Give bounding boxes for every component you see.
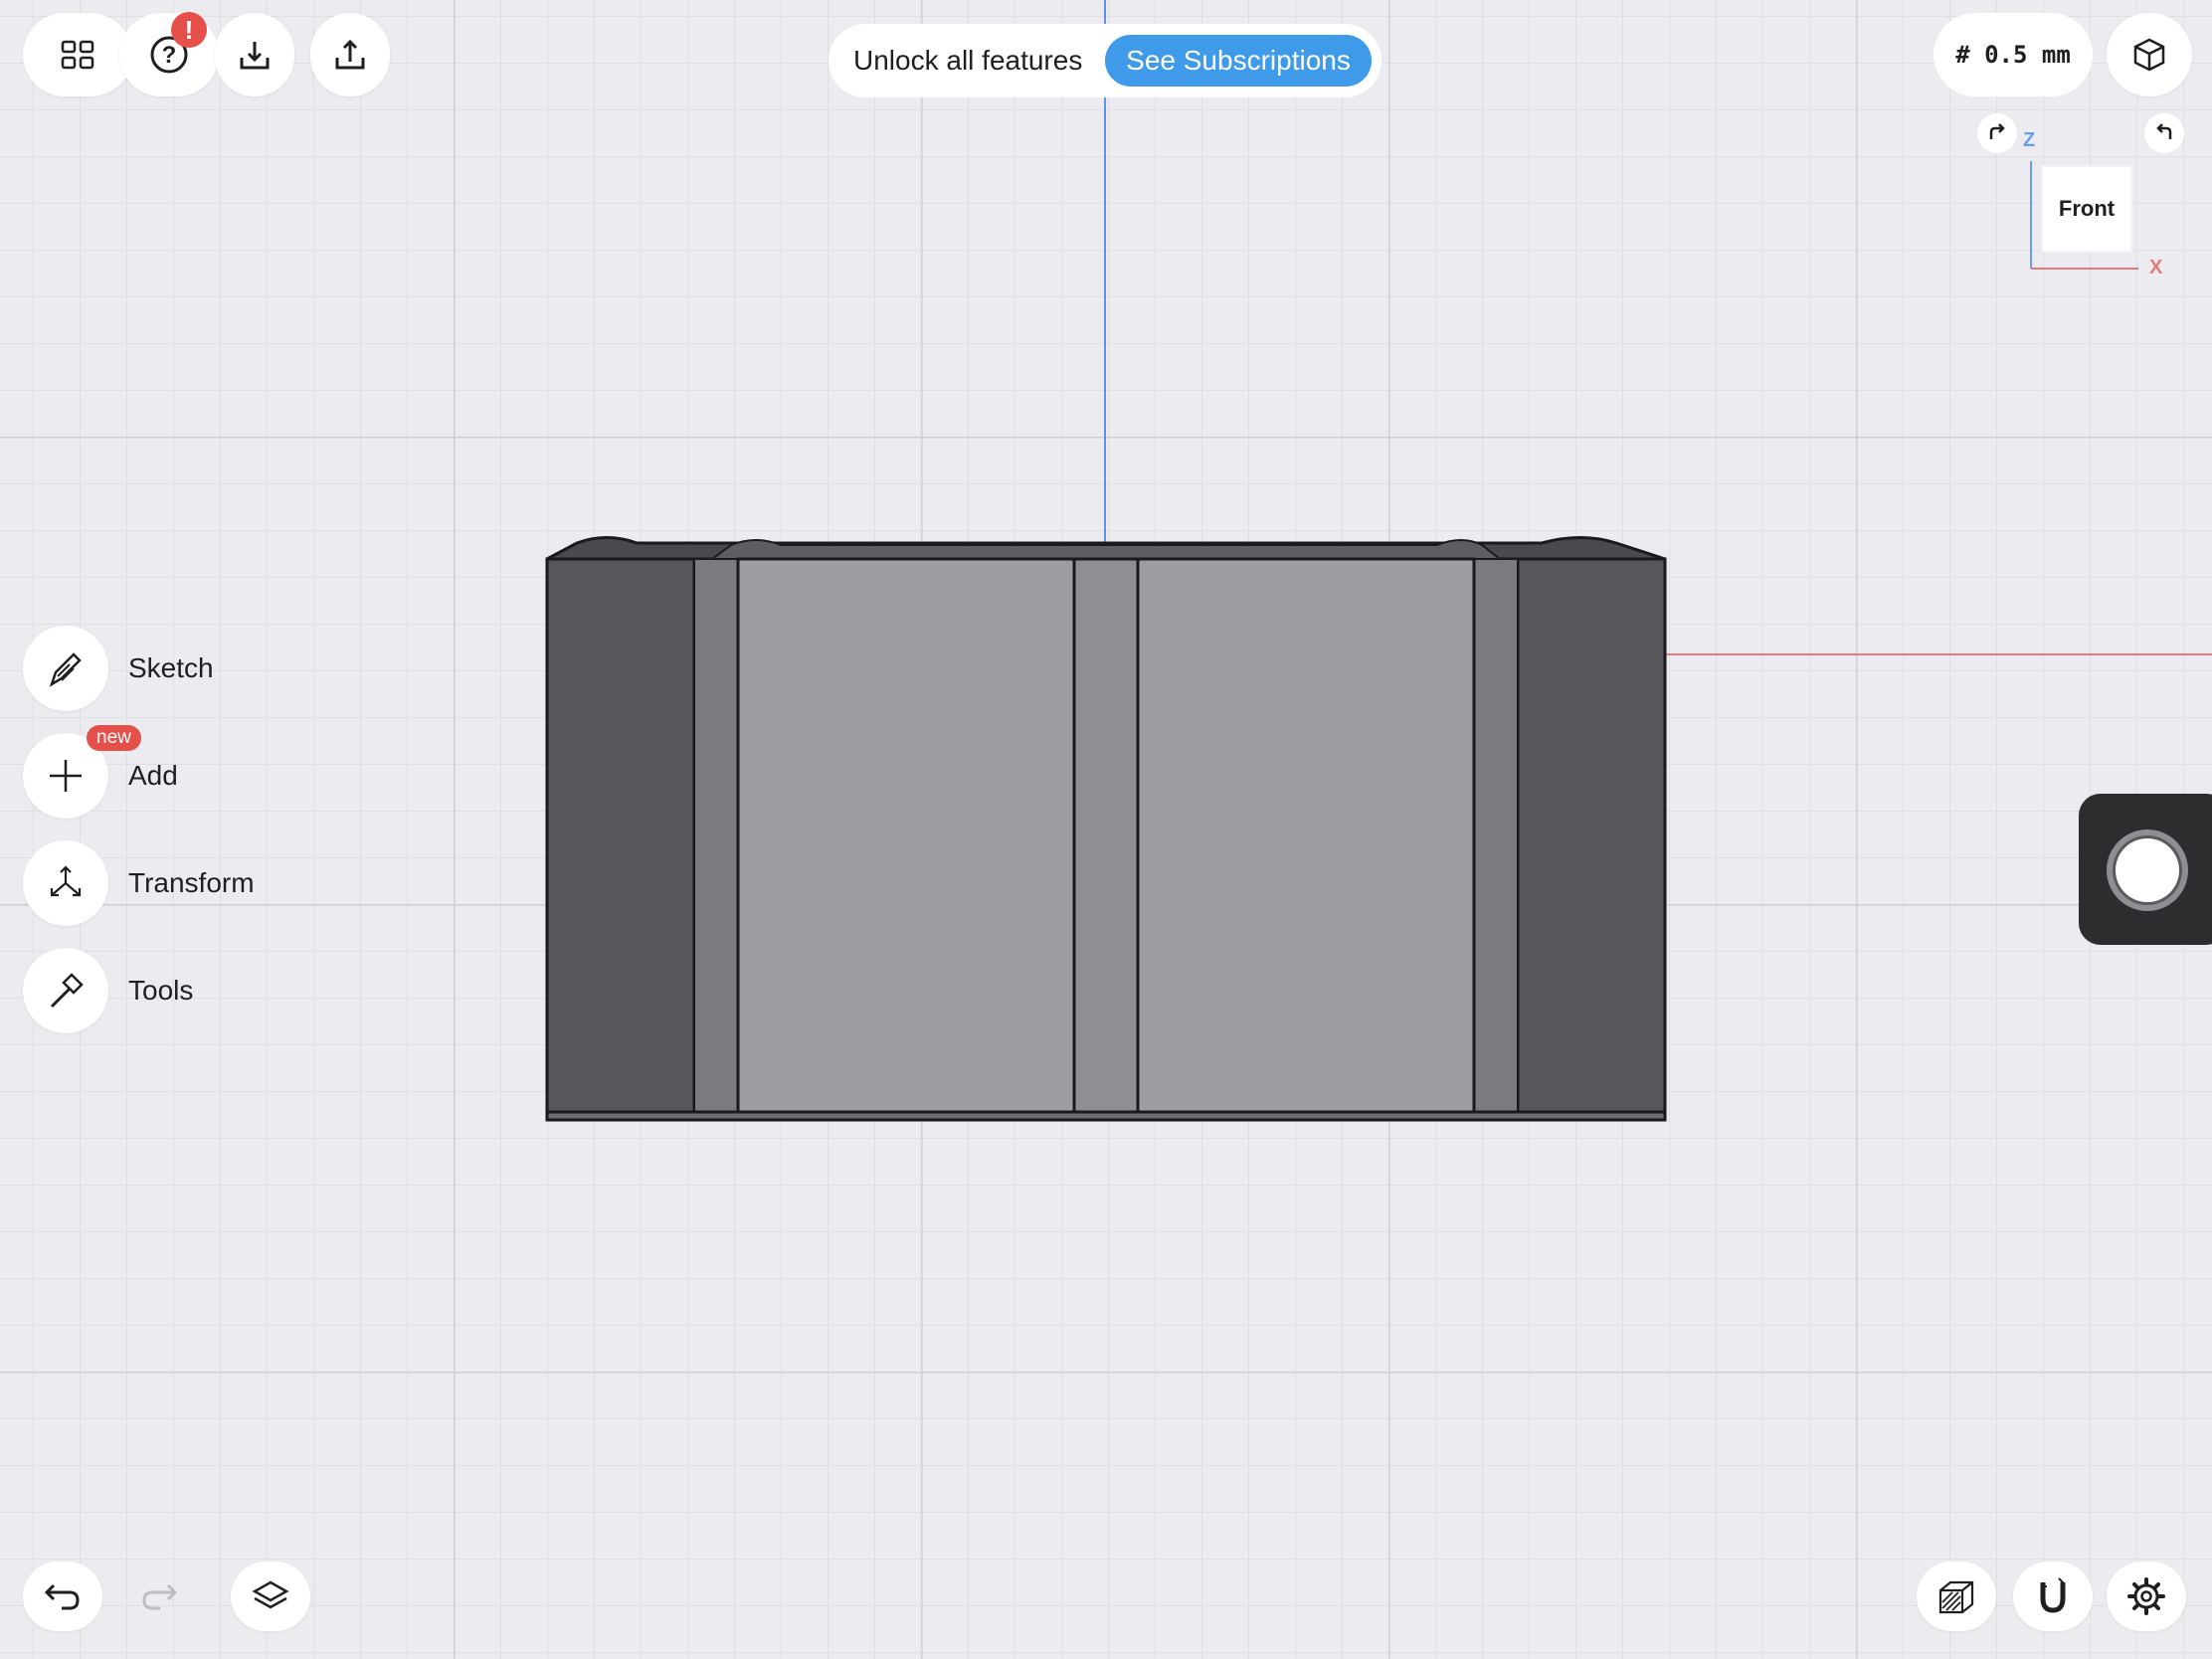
cube-icon <box>2133 38 2165 72</box>
redo-button[interactable] <box>119 1562 199 1631</box>
hatch-cube-icon <box>1938 1580 1974 1614</box>
transform-arrows-icon <box>50 865 82 897</box>
tools-button[interactable] <box>23 948 108 1033</box>
record-panel <box>2079 794 2212 945</box>
plus-icon <box>50 760 82 792</box>
export-button[interactable] <box>310 13 390 96</box>
new-badge: new <box>87 725 141 751</box>
tools-label: Tools <box>128 975 194 1006</box>
material-button[interactable] <box>1917 1562 1996 1631</box>
add-menu-item[interactable]: new Add <box>23 725 178 819</box>
transform-menu-item[interactable]: Transform <box>23 840 255 926</box>
x-axis-label: X <box>2149 257 2163 278</box>
gear-icon <box>2127 1577 2165 1615</box>
add-label: Add <box>128 760 178 791</box>
rotate-right-button[interactable] <box>1977 113 2017 153</box>
settings-button[interactable] <box>2107 1562 2186 1631</box>
sketch-button[interactable] <box>23 626 108 711</box>
rotate-left-button[interactable] <box>2144 113 2184 153</box>
rotate-ccw-icon <box>2156 123 2172 139</box>
see-subscriptions-button[interactable]: See Subscriptions <box>1105 35 1372 87</box>
3d-model[interactable] <box>545 536 1667 1122</box>
canvas-viewport[interactable] <box>0 0 2212 1659</box>
sketch-menu-item[interactable]: Sketch <box>23 626 214 711</box>
gallery-button[interactable] <box>23 13 132 96</box>
grid-size-button[interactable]: # 0.5 mm <box>1934 13 2093 96</box>
share-icon <box>335 39 365 70</box>
magnet-icon <box>2040 1577 2066 1613</box>
transform-label: Transform <box>128 867 255 898</box>
tools-menu-item[interactable]: Tools <box>23 948 193 1033</box>
layers-icon <box>252 1580 289 1609</box>
snap-button[interactable] <box>2013 1562 2093 1631</box>
cube-face-front[interactable]: Front <box>2043 167 2130 251</box>
transform-button[interactable] <box>23 840 108 926</box>
import-button[interactable] <box>215 13 294 96</box>
view-mode-button[interactable] <box>2107 13 2192 96</box>
pencil-icon <box>49 652 82 687</box>
record-button[interactable] <box>2107 830 2188 911</box>
help-alert-badge: ! <box>171 12 207 48</box>
undo-button[interactable] <box>23 1562 102 1631</box>
model-view[interactable] <box>0 0 2212 1659</box>
promo-text: Unlock all features <box>853 45 1083 76</box>
sketch-label: Sketch <box>128 652 214 683</box>
hammer-icon <box>50 973 84 1009</box>
download-icon <box>240 42 270 70</box>
redo-icon <box>142 1583 178 1610</box>
view-cube[interactable]: Z X Front <box>1969 109 2188 288</box>
subscription-banner: Unlock all features See Subscriptions <box>829 24 1382 97</box>
rotate-cw-icon <box>1989 123 2005 139</box>
undo-icon <box>44 1583 80 1610</box>
grid-icon <box>61 40 94 70</box>
svg-text:?: ? <box>162 42 177 69</box>
z-axis-label: Z <box>2023 129 2036 151</box>
record-icon <box>2116 838 2179 902</box>
layers-button[interactable] <box>231 1562 310 1631</box>
